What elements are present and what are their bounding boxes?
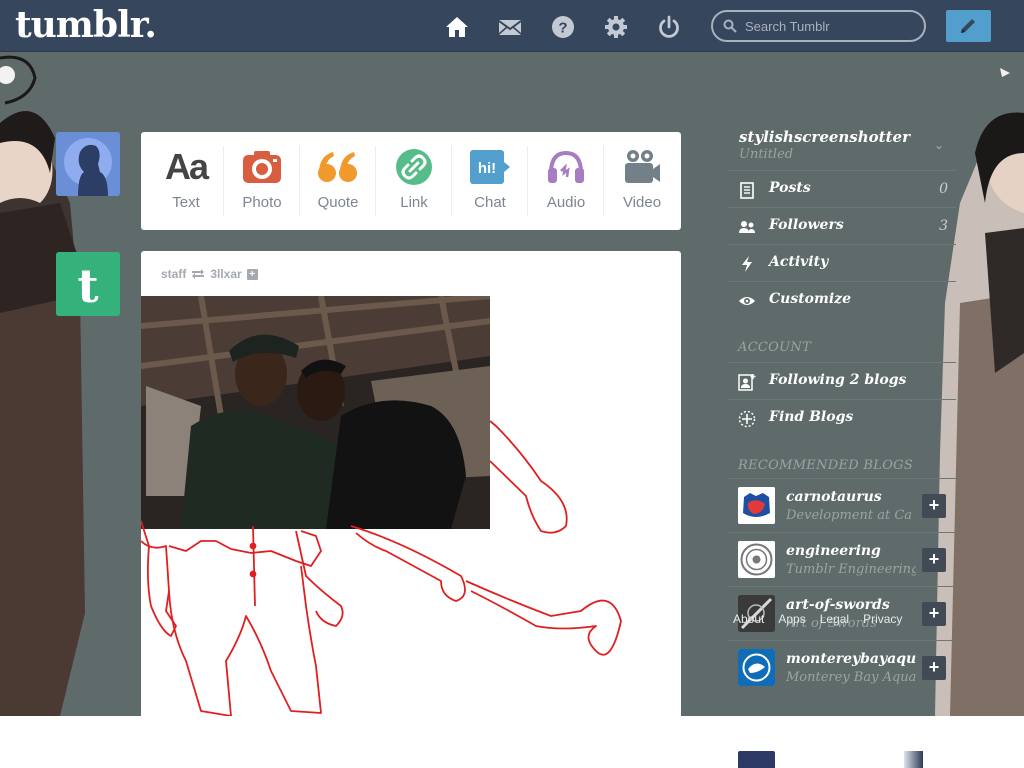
sidebar-item-posts[interactable]: Posts 0	[728, 170, 956, 207]
post-type-label: Chat	[474, 194, 506, 211]
compose-button[interactable]	[946, 10, 991, 42]
blog-avatar[interactable]	[738, 541, 775, 578]
blog-title: Untitled	[739, 147, 794, 162]
svg-text:t: t	[77, 259, 99, 313]
text-icon: Aa	[164, 146, 209, 187]
sidebar-item-followers[interactable]: Followers 3	[728, 207, 956, 244]
footer-link-legal[interactable]: Legal	[820, 612, 849, 626]
post-type-text[interactable]: Aa Text	[148, 144, 224, 220]
link-icon	[376, 144, 452, 190]
recommended-blog[interactable]: carnotaurus Development at Ca +	[728, 478, 956, 530]
sidebar-item-label: Find Blogs	[769, 409, 854, 425]
help-icon[interactable]: ?	[550, 14, 576, 40]
post-author[interactable]: staff	[161, 267, 186, 281]
blog-name[interactable]: art-of-swords	[786, 597, 916, 613]
page-bottom-strip	[0, 716, 1024, 768]
search-input[interactable]	[745, 16, 917, 36]
post-type-audio[interactable]: Audio	[528, 144, 604, 220]
blog-name[interactable]: carnotaurus	[786, 489, 916, 505]
gear-icon[interactable]	[603, 14, 629, 40]
footer-link-apps[interactable]: Apps	[778, 612, 805, 626]
post-type-quote[interactable]: Quote	[300, 144, 376, 220]
top-bar: tumblr. ?	[0, 0, 1024, 52]
quote-icon	[300, 144, 376, 190]
post-type-label: Link	[400, 194, 428, 211]
footer-link-privacy[interactable]: Privacy	[863, 612, 902, 626]
follow-button[interactable]: +	[922, 602, 946, 626]
reblog-icon	[192, 269, 205, 279]
follow-button[interactable]: +	[922, 548, 946, 572]
eye-icon	[739, 297, 755, 305]
compass-icon	[738, 410, 756, 428]
followers-icon	[739, 221, 755, 233]
headphones-icon	[528, 144, 604, 190]
post-type-video[interactable]: Video	[604, 144, 680, 220]
sidebar-item-label: Posts	[769, 180, 811, 196]
chevron-down-icon[interactable]: ⌄	[934, 138, 944, 152]
post-type-label: Text	[172, 194, 200, 211]
home-icon[interactable]	[444, 14, 470, 40]
sidebar-item-customize[interactable]: Customize	[728, 281, 956, 318]
sidebar-item-label: Customize	[769, 291, 851, 307]
account-heading: ACCOUNT	[738, 340, 812, 355]
search-box[interactable]	[711, 10, 926, 42]
follow-button[interactable]: +	[922, 494, 946, 518]
sidebar-item-label: Following 2 blogs	[769, 372, 907, 388]
staff-avatar[interactable]: t	[56, 252, 120, 316]
sidebar-item-find-blogs[interactable]: Find Blogs	[728, 399, 956, 436]
search-icon	[723, 19, 737, 33]
sidebar-item-count: 0	[939, 181, 948, 197]
sidebar-item-following[interactable]: Following 2 blogs	[728, 362, 956, 399]
blog-name[interactable]: stylishscreenshotter	[739, 128, 910, 146]
post-type-photo[interactable]: Photo	[224, 144, 300, 220]
post-type-bar: Aa Text Photo Quote Link hi! Chat Audio	[141, 132, 681, 230]
blog-avatar[interactable]	[738, 487, 775, 524]
doodle-sketch	[141, 420, 622, 716]
post-type-label: Quote	[317, 194, 359, 211]
footer-link-about[interactable]: About	[733, 612, 764, 626]
sidebar-item-activity[interactable]: Activity	[728, 244, 956, 281]
blog-name[interactable]: engineering	[786, 543, 916, 559]
follow-plus-icon[interactable]: +	[246, 268, 258, 280]
svg-text:hi!: hi!	[478, 160, 496, 177]
video-camera-icon	[604, 144, 680, 190]
blog-description: Tumblr Engineering	[786, 562, 916, 577]
svg-text:?: ?	[558, 20, 567, 37]
posts-icon	[740, 182, 754, 199]
recommended-heading: RECOMMENDED BLOGS	[738, 458, 914, 473]
post-type-label: Audio	[546, 194, 586, 211]
partial-thumbnail	[904, 751, 923, 768]
pencil-icon	[961, 19, 975, 33]
user-avatar[interactable]	[56, 132, 120, 196]
mail-icon[interactable]	[497, 14, 523, 40]
post-type-chat[interactable]: hi! Chat	[452, 144, 528, 220]
blog-name[interactable]: montereybayaqu	[786, 651, 916, 667]
tumblr-logo[interactable]: tumblr.	[15, 4, 157, 46]
sidebar-item-label: Activity	[769, 254, 829, 270]
chat-icon: hi!	[452, 144, 528, 190]
sidebar-item-label: Followers	[769, 217, 844, 233]
power-icon[interactable]	[656, 14, 682, 40]
following-icon	[738, 374, 756, 391]
recommended-blog[interactable]: montereybayaqu Monterey Bay Aqua +	[728, 640, 956, 692]
footer-links: About Apps Legal Privacy	[733, 612, 902, 626]
sidebar-item-count: 3	[939, 218, 948, 234]
post-type-label: Video	[622, 194, 662, 211]
reblogged-from[interactable]: 3llxar	[210, 267, 241, 281]
lightning-icon	[742, 256, 752, 272]
camera-icon	[224, 144, 300, 190]
blog-description: Development at Ca	[786, 508, 913, 523]
post-header: staff 3llxar +	[161, 267, 258, 281]
blog-avatar[interactable]	[738, 649, 775, 686]
post-type-link[interactable]: Link	[376, 144, 452, 220]
post-type-label: Photo	[242, 194, 282, 211]
dashboard-post: staff 3llxar +	[141, 251, 681, 716]
blog-description: Monterey Bay Aqua	[786, 670, 916, 685]
follow-button[interactable]: +	[922, 656, 946, 680]
recommended-blog[interactable]: engineering Tumblr Engineering +	[728, 532, 956, 584]
partial-avatar	[738, 751, 775, 768]
